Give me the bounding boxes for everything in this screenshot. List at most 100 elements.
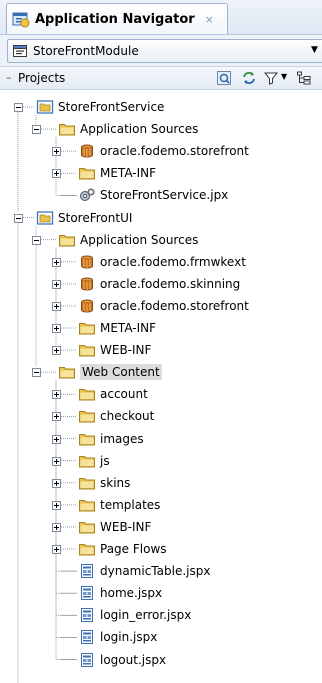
tree-item[interactable]: Web Content xyxy=(58,361,162,383)
tree-item[interactable]: Application Sources xyxy=(58,229,198,251)
folder-icon xyxy=(79,521,95,534)
tree-item-label: META-INF xyxy=(100,321,157,335)
folder-icon xyxy=(79,323,95,335)
expand-icon[interactable] xyxy=(52,434,61,444)
collapse-icon[interactable] xyxy=(32,125,41,135)
tree-item[interactable]: dynamicTable.jspx xyxy=(78,560,210,582)
tree-item[interactable]: WEB-INF xyxy=(78,339,151,361)
tree-item[interactable]: templates xyxy=(78,494,160,516)
expand-icon[interactable] xyxy=(52,147,61,157)
folder-icon xyxy=(79,345,95,357)
tree-item-label: logout.jspx xyxy=(100,652,167,667)
expand-icon[interactable] xyxy=(52,412,61,422)
tree-item-label: WEB-INF xyxy=(100,343,152,358)
expand-icon[interactable] xyxy=(52,522,61,532)
tree-item[interactable]: login_error.jspx xyxy=(78,604,191,626)
tree-item-label: Application Sources xyxy=(80,232,199,247)
expand-icon[interactable] xyxy=(52,478,61,488)
tree-item-label: META-INF xyxy=(100,166,157,181)
folder-icon xyxy=(79,168,95,180)
collapse-icon[interactable] xyxy=(32,235,41,245)
tree-item[interactable]: account xyxy=(78,383,148,405)
application-navigator-tab[interactable]: Application Navigator × xyxy=(6,3,228,34)
close-tab-icon[interactable]: × xyxy=(205,13,214,26)
expand-icon[interactable] xyxy=(52,390,61,400)
tree-item-label: images xyxy=(100,431,144,446)
tree-item[interactable]: StoreFrontUI xyxy=(36,207,132,229)
expand-icon[interactable] xyxy=(52,301,61,311)
tree-item[interactable]: logout.jspx xyxy=(78,649,166,671)
module-icon xyxy=(13,45,27,57)
package-icon xyxy=(81,277,93,291)
collapse-icon[interactable] xyxy=(32,368,41,378)
tree-item-label: oracle.fodemo.storefront xyxy=(100,298,249,313)
tree-item[interactable]: login.jspx xyxy=(78,626,157,648)
folder-icon xyxy=(79,411,95,423)
projects-header: – Projects ▼ xyxy=(0,67,322,90)
filter-dropdown-icon[interactable]: ▼ xyxy=(281,72,287,81)
tree-item[interactable]: checkout xyxy=(78,405,154,427)
tree-item[interactable]: StoreFrontService.jpx xyxy=(78,184,228,206)
package-icon xyxy=(81,299,93,313)
jspx-file-icon xyxy=(81,652,93,667)
folder-icon xyxy=(59,367,75,379)
collapse-icon[interactable] xyxy=(14,103,23,112)
folder-icon xyxy=(79,499,95,512)
refresh-icon[interactable] xyxy=(216,70,232,86)
filter-icon[interactable] xyxy=(263,70,279,86)
jspx-file-icon xyxy=(81,564,93,579)
tree-item-label: Web Content xyxy=(80,364,162,381)
expand-icon[interactable] xyxy=(52,456,61,466)
tree-item[interactable]: META-INF xyxy=(78,317,156,339)
jpx-file-icon xyxy=(80,188,95,202)
tree-item-label: oracle.fodemo.frmwkext xyxy=(100,254,246,269)
expand-icon[interactable] xyxy=(52,346,61,356)
tree-item-label: oracle.fodemo.storefront xyxy=(100,144,249,159)
panel-tab-strip: Application Navigator × xyxy=(0,0,322,35)
expand-icon[interactable] xyxy=(52,257,61,267)
projects-label: Projects xyxy=(18,71,66,85)
package-icon xyxy=(81,144,93,158)
tree-item-label: login_error.jspx xyxy=(100,608,192,623)
tree-item[interactable]: skins xyxy=(78,472,130,494)
folder-icon xyxy=(79,433,95,445)
tree-item[interactable]: oracle.fodemo.skinning xyxy=(78,273,240,295)
tree-item-label: account xyxy=(100,387,148,402)
dropdown-arrow-icon[interactable]: ▼ xyxy=(311,45,318,55)
tree-item[interactable]: oracle.fodemo.frmwkext xyxy=(78,251,246,273)
jspx-file-icon xyxy=(81,586,93,601)
panel-title: Application Navigator xyxy=(35,11,195,27)
jspx-file-icon xyxy=(81,630,93,645)
collapse-projects-icon[interactable]: – xyxy=(6,71,12,84)
folder-icon xyxy=(79,544,95,556)
tree-item-label: home.jspx xyxy=(100,586,163,601)
sync-icon[interactable] xyxy=(241,70,257,86)
tree-item[interactable]: home.jspx xyxy=(78,582,162,604)
tree-item[interactable]: StoreFrontService xyxy=(36,96,164,118)
expand-icon[interactable] xyxy=(52,545,61,554)
jspx-file-icon xyxy=(81,608,93,623)
tree-item-label: StoreFrontUI xyxy=(58,210,133,225)
tree-item-label: checkout xyxy=(100,409,155,424)
expand-icon[interactable] xyxy=(52,279,61,289)
module-selector-dropdown[interactable]: StoreFrontModule ▼ xyxy=(7,39,322,63)
tree-item[interactable]: Page Flows xyxy=(78,538,167,560)
tree-item-label: oracle.fodemo.skinning xyxy=(100,276,241,291)
expand-icon[interactable] xyxy=(52,500,61,510)
tree-item[interactable]: oracle.fodemo.storefront xyxy=(78,140,249,162)
expand-icon[interactable] xyxy=(52,169,61,179)
tree-item[interactable]: js xyxy=(78,450,110,472)
tree-item-label: dynamicTable.jspx xyxy=(100,564,211,579)
module-selector-value: StoreFrontModule xyxy=(33,44,139,58)
collapse-icon[interactable] xyxy=(14,213,23,223)
tree-item[interactable]: oracle.fodemo.storefront xyxy=(78,295,249,317)
tree-item-label: skins xyxy=(100,475,131,490)
tree-item-label: StoreFrontService.jpx xyxy=(100,188,229,203)
tree-item[interactable]: images xyxy=(78,428,144,450)
tree-item[interactable]: Application Sources xyxy=(58,118,198,140)
layout-icon[interactable] xyxy=(296,70,312,86)
expand-icon[interactable] xyxy=(52,324,61,333)
tree-item[interactable]: WEB-INF xyxy=(78,516,151,538)
project-tree: StoreFrontService Application Sources or… xyxy=(0,95,322,683)
tree-item[interactable]: META-INF xyxy=(78,162,156,184)
